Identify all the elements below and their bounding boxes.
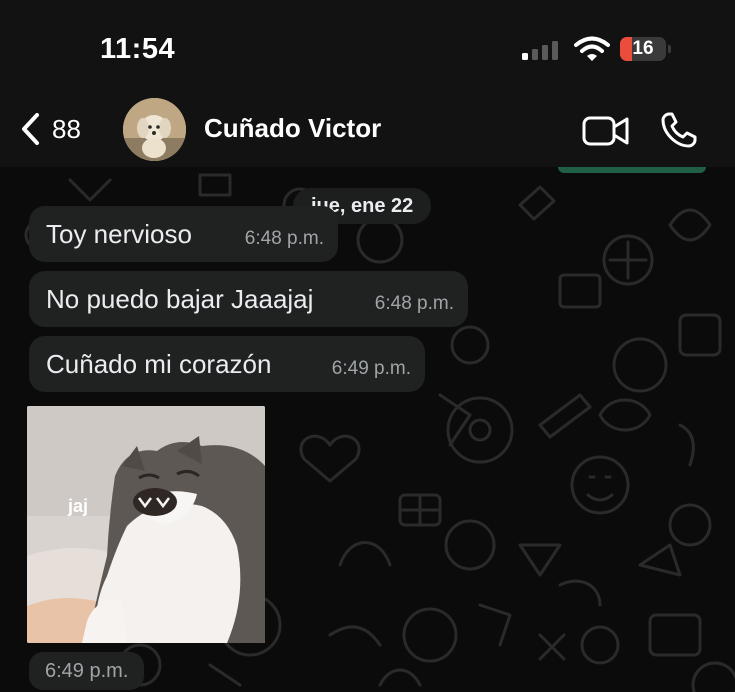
chevron-left-icon [22, 113, 39, 145]
video-call-button[interactable] [582, 114, 630, 153]
message-bubble[interactable]: Toy nervioso 6:48 p.m. [29, 206, 338, 262]
image-message[interactable]: jaj [27, 406, 265, 643]
unread-count: 88 [52, 113, 81, 144]
cellular-signal-icon [522, 40, 562, 65]
phone-icon [661, 112, 697, 148]
image-message-time: 6:49 p.m. [29, 652, 145, 690]
chat-screen: 11:54 16 88 Cuñado Victor jue, ene 22 To… [0, 0, 735, 692]
image-caption: jaj [68, 496, 89, 516]
message-bubble[interactable]: Cuñado mi corazón 6:49 p.m. [29, 336, 425, 392]
message-time: 6:48 p.m. [244, 228, 324, 249]
battery-percent: 16 [632, 38, 654, 59]
laughing-cat-photo [27, 406, 265, 643]
back-button[interactable]: 88 [20, 111, 81, 147]
message-bubble[interactable]: No puedo bajar Jaaajaj 6:48 p.m. [29, 271, 468, 327]
contact-name[interactable]: Cuñado Victor [204, 113, 381, 144]
contact-avatar[interactable] [123, 98, 186, 161]
message-time: 6:48 p.m. [374, 293, 454, 314]
voice-call-button[interactable] [660, 111, 698, 154]
message-time: 6:49 p.m. [331, 358, 411, 379]
battery-tip [668, 45, 671, 53]
wifi-icon [574, 36, 610, 67]
message-text: Cuñado mi corazón [46, 349, 272, 379]
battery-icon: 16 [620, 37, 666, 61]
status-bar: 11:54 16 [0, 0, 735, 95]
status-time: 11:54 [100, 33, 176, 65]
message-text: Toy nervioso [46, 219, 192, 249]
pinned-bar-edge [558, 167, 706, 173]
video-camera-icon [582, 116, 629, 146]
message-text: No puedo bajar Jaaajaj [46, 284, 314, 314]
chat-header: 88 Cuñado Victor [0, 95, 735, 167]
